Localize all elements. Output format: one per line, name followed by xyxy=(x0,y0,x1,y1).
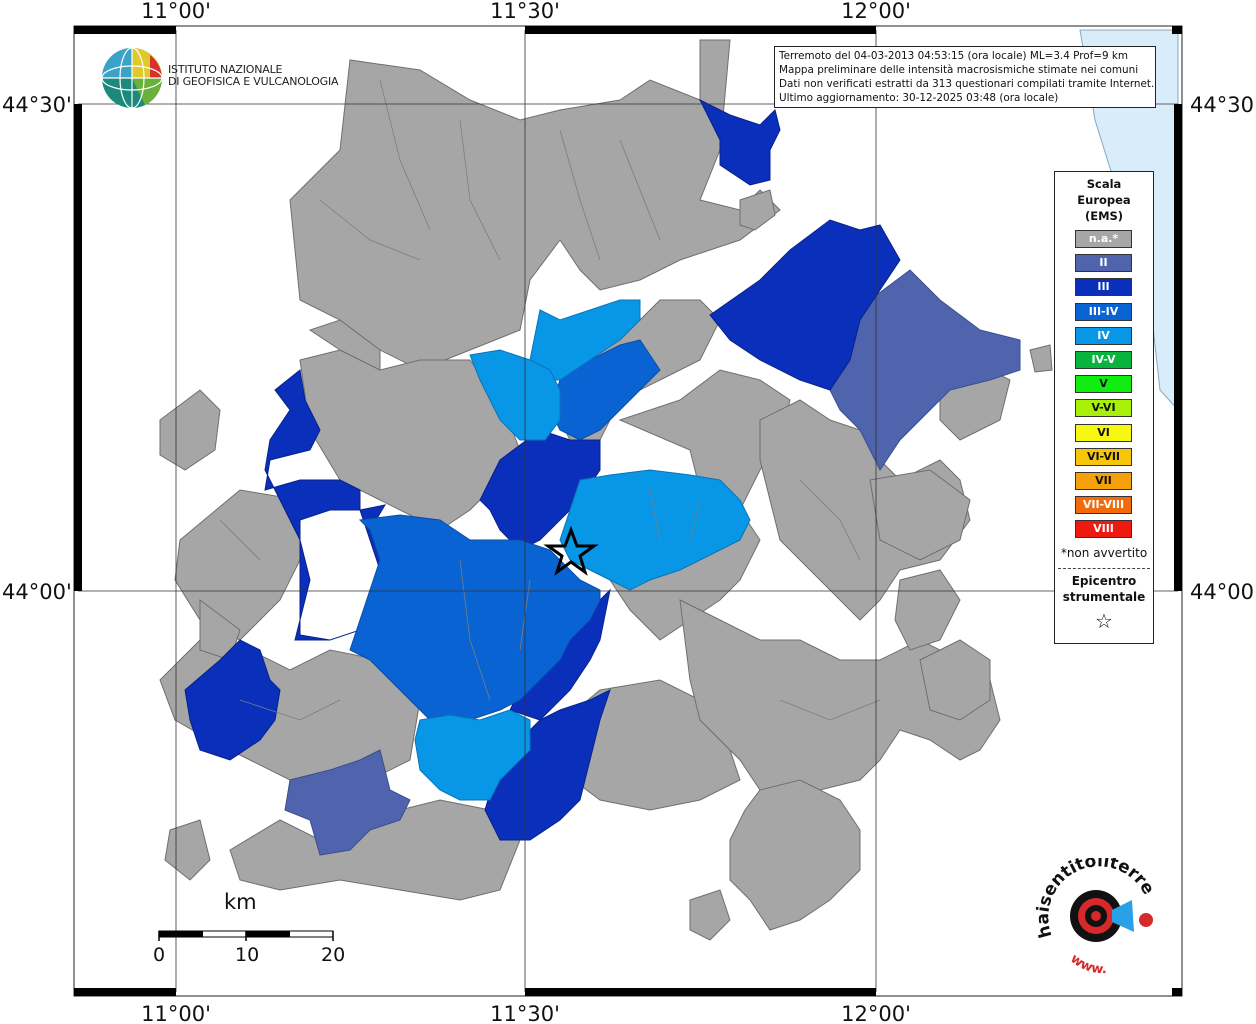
legend-item-n-a: n.a.* xyxy=(1075,230,1132,248)
legend-epicentre-label: Epicentro strumentale xyxy=(1055,573,1153,605)
ingv-logo-line-2: DI GEOFISICA E VULCANOLOGIA xyxy=(168,75,339,88)
legend-note: *non avvertito xyxy=(1060,546,1148,560)
legend-item-v-vi: V-VI xyxy=(1075,399,1132,418)
legend-item-ii: II xyxy=(1075,254,1132,273)
legend-item-iv-v: IV-V xyxy=(1075,351,1132,369)
lon-label-bottom-2: 11°30' xyxy=(490,1002,560,1024)
lon-label-top-1: 11°00' xyxy=(141,0,211,23)
legend-epicentre-line-1: Epicentro xyxy=(1071,574,1137,588)
legend-title-line-3: (EMS) xyxy=(1084,209,1124,223)
ems-legend: Scala Europea (EMS) n.a.* II III III-IV IV IV… xyxy=(1054,171,1154,644)
lat-label-left-2: 44°00' xyxy=(2,580,72,604)
lat-label-right-2: 44°00' xyxy=(1190,580,1256,604)
lon-label-bottom-1: 11°00' xyxy=(141,1002,211,1024)
legend-item-v: V xyxy=(1075,375,1132,394)
legend-item-vii-viii: VII-VIII xyxy=(1075,496,1132,515)
scale-tick-0: 0 xyxy=(153,944,166,966)
legend-item-vii: VII xyxy=(1075,472,1132,490)
lon-label-top-2: 11°30' xyxy=(490,0,560,23)
lon-label-bottom-3: 12°00' xyxy=(841,1002,911,1024)
scale-tick-20: 20 xyxy=(321,944,346,966)
legend-item-viii: VIII xyxy=(1075,520,1132,539)
event-update-time: Ultimo aggiornamento: 30-12-2025 03:48 (… xyxy=(779,92,1059,104)
legend-item-vi-vii: VI-VII xyxy=(1075,447,1132,466)
lat-label-left-1: 44°30' xyxy=(2,93,72,117)
lat-label-right-1: 44°30' xyxy=(1190,93,1256,117)
legend-item-iv: IV xyxy=(1075,326,1132,345)
haisentito-logo-icon: haisentitoilterremoto.it www. xyxy=(1025,843,1158,977)
legend-star-icon: ☆ xyxy=(1095,609,1113,633)
lon-label-top-3: 12°00' xyxy=(841,0,911,23)
svg-text:www.: www. xyxy=(1067,951,1107,977)
legend-title: Scala Europea (EMS) xyxy=(1055,176,1153,224)
event-title: Terremoto del 04-03-2013 04:53:15 (ora l… xyxy=(779,50,1129,62)
event-data-note: Dati non verificati estratti da 313 ques… xyxy=(779,78,1155,90)
event-subtitle: Mappa preliminare delle intensità macros… xyxy=(779,64,1139,76)
legend-item-iii: III xyxy=(1075,278,1132,297)
legend-item-iii-iv: III-IV xyxy=(1075,302,1132,321)
event-info-box: Terremoto del 04-03-2013 04:53:15 (ora l… xyxy=(774,46,1156,108)
legend-item-vi: VI xyxy=(1075,423,1132,442)
scale-tick-10: 10 xyxy=(235,944,260,966)
legend-epicentre-line-2: strumentale xyxy=(1062,590,1146,604)
ingv-logo-text: ISTITUTO NAZIONALE DI GEOFISICA E VULCAN… xyxy=(168,64,339,88)
legend-divider xyxy=(1058,568,1150,569)
legend-title-line-2: Europea xyxy=(1077,193,1131,207)
haisentito-www: www. xyxy=(1067,951,1107,977)
scale-unit: km xyxy=(224,890,257,914)
ingv-logo-icon xyxy=(101,47,163,109)
legend-title-line-1: Scala xyxy=(1086,177,1122,191)
haisentito-logo[interactable]: haisentitoilterremoto.it www. xyxy=(1025,843,1166,978)
